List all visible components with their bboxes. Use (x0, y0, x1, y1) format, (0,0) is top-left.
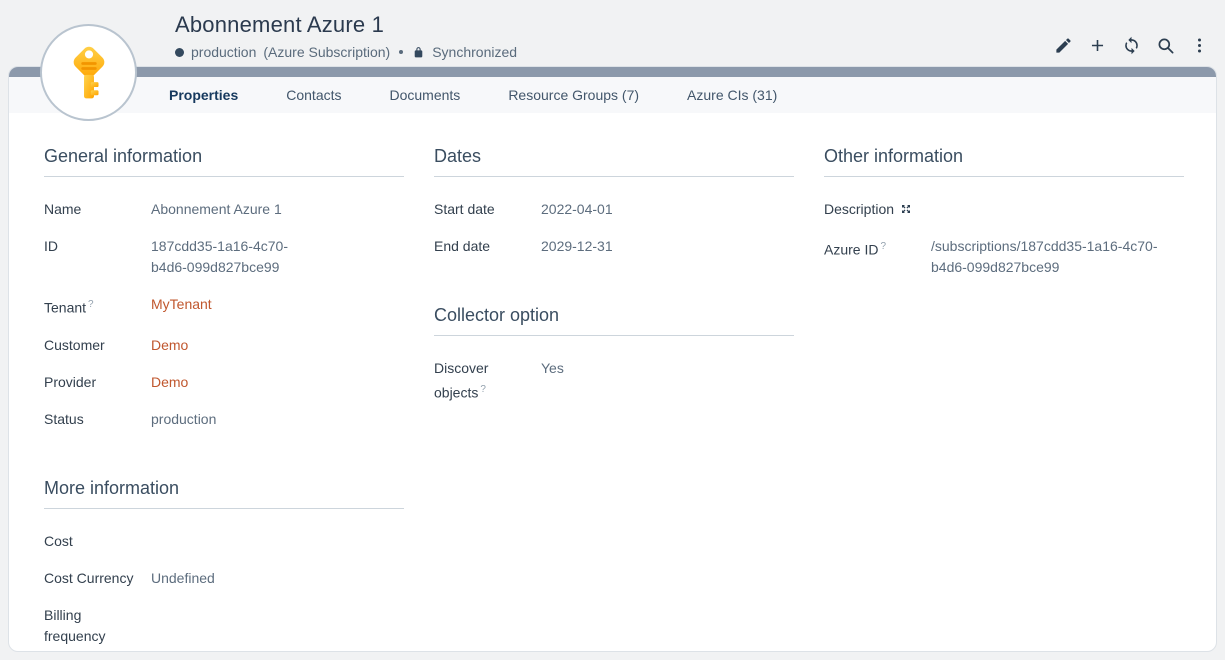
field-label: Tenant? (44, 294, 151, 319)
properties-content: General information Name Abonnement Azur… (9, 113, 1216, 652)
field-label: Cost Currency (44, 568, 151, 589)
column-left: General information Name Abonnement Azur… (44, 146, 404, 652)
key-icon (60, 44, 118, 102)
help-marker[interactable]: ? (480, 384, 486, 395)
object-toolbar (1054, 36, 1209, 55)
page-header: Abonnement Azure 1 production (Azure Sub… (0, 0, 1225, 66)
section-title: More information (44, 478, 404, 509)
page-title: Abonnement Azure 1 (175, 12, 384, 38)
refresh-icon (1122, 36, 1141, 55)
field-value: /subscriptions/187cdd35-1a16-4c70- b4d6-… (931, 236, 1184, 278)
add-button[interactable] (1088, 36, 1107, 55)
field-label: Status (44, 409, 151, 430)
tab-contacts[interactable]: Contacts (286, 87, 341, 103)
field-row-customer: Customer Demo (44, 335, 404, 356)
customer-link[interactable]: Demo (151, 335, 404, 356)
status-line: production (Azure Subscription) Synchron… (175, 44, 517, 60)
field-row-status: Status production (44, 409, 404, 430)
column-middle: Dates Start date 2022-04-01 End date 202… (434, 146, 794, 420)
field-row-discover-objects: Discover objects? Yes (434, 358, 794, 404)
field-value: 187cdd35-1a16-4c70- b4d6-099d827bce99 (151, 236, 404, 278)
refresh-button[interactable] (1122, 36, 1141, 55)
kebab-icon (1190, 36, 1209, 55)
object-card: Properties Contacts Documents Resource G… (8, 66, 1217, 652)
field-label: Billing frequency (44, 605, 151, 647)
section-more-information: More information Cost Cost Currency Unde… (44, 478, 404, 647)
field-row-end-date: End date 2029-12-31 (434, 236, 794, 257)
tab-properties[interactable]: Properties (169, 87, 238, 103)
field-label: Start date (434, 199, 541, 220)
tab-resource-groups[interactable]: Resource Groups (7) (508, 87, 639, 103)
field-row-cost-currency: Cost Currency Undefined (44, 568, 404, 589)
expand-icon[interactable] (900, 203, 912, 215)
sync-status-label: Synchronized (432, 44, 517, 60)
pencil-icon (1054, 36, 1073, 55)
field-row-id: ID 187cdd35-1a16-4c70- b4d6-099d827bce99 (44, 236, 404, 278)
field-label: Azure ID? (824, 236, 931, 261)
field-value: Undefined (151, 568, 404, 589)
field-row-cost: Cost (44, 531, 404, 552)
field-value: Abonnement Azure 1 (151, 199, 404, 220)
field-value: production (151, 409, 404, 430)
field-row-provider: Provider Demo (44, 372, 404, 393)
column-right: Other information Description Azure ID? … (824, 146, 1184, 294)
section-general-information: General information Name Abonnement Azur… (44, 146, 404, 430)
object-status: production (191, 44, 256, 60)
object-class: (Azure Subscription) (263, 44, 390, 60)
field-value: 2029-12-31 (541, 236, 794, 257)
section-title: General information (44, 146, 404, 177)
plus-icon (1088, 36, 1107, 55)
field-row-tenant: Tenant? MyTenant (44, 294, 404, 319)
field-row-azure-id: Azure ID? /subscriptions/187cdd35-1a16-4… (824, 236, 1184, 278)
field-label: End date (434, 236, 541, 257)
status-dot-icon (175, 48, 184, 57)
section-dates: Dates Start date 2022-04-01 End date 202… (434, 146, 794, 257)
section-title: Collector option (434, 305, 794, 336)
field-row-name: Name Abonnement Azure 1 (44, 199, 404, 220)
edit-button[interactable] (1054, 36, 1073, 55)
tab-azure-cis[interactable]: Azure CIs (31) (687, 87, 777, 103)
tenant-link[interactable]: MyTenant (151, 294, 404, 315)
page: Abonnement Azure 1 production (Azure Sub… (0, 0, 1225, 652)
field-label: Customer (44, 335, 151, 356)
field-value: 2022-04-01 (541, 199, 794, 220)
provider-link[interactable]: Demo (151, 372, 404, 393)
object-icon-medallion (40, 24, 137, 121)
field-row-description: Description (824, 199, 1184, 220)
card-top-strip (9, 67, 1216, 77)
section-title: Dates (434, 146, 794, 177)
field-label: Description (824, 199, 931, 220)
field-row-billing-frequency: Billing frequency (44, 605, 404, 647)
tab-bar: Properties Contacts Documents Resource G… (9, 77, 1216, 113)
field-label: Discover objects? (434, 358, 541, 404)
field-label: Cost (44, 531, 151, 552)
lock-icon (412, 46, 425, 59)
separator-dot-icon (399, 50, 403, 54)
help-marker[interactable]: ? (880, 241, 886, 252)
field-row-start-date: Start date 2022-04-01 (434, 199, 794, 220)
section-title: Other information (824, 146, 1184, 177)
field-label: Name (44, 199, 151, 220)
more-actions-button[interactable] (1190, 36, 1209, 55)
section-collector-option: Collector option Discover objects? Yes (434, 305, 794, 404)
section-other-information: Other information Description Azure ID? … (824, 146, 1184, 278)
search-icon (1156, 36, 1175, 55)
help-marker[interactable]: ? (88, 299, 94, 310)
field-label: Provider (44, 372, 151, 393)
field-label: ID (44, 236, 151, 257)
search-button[interactable] (1156, 36, 1175, 55)
tab-documents[interactable]: Documents (390, 87, 461, 103)
field-value: Yes (541, 358, 794, 379)
